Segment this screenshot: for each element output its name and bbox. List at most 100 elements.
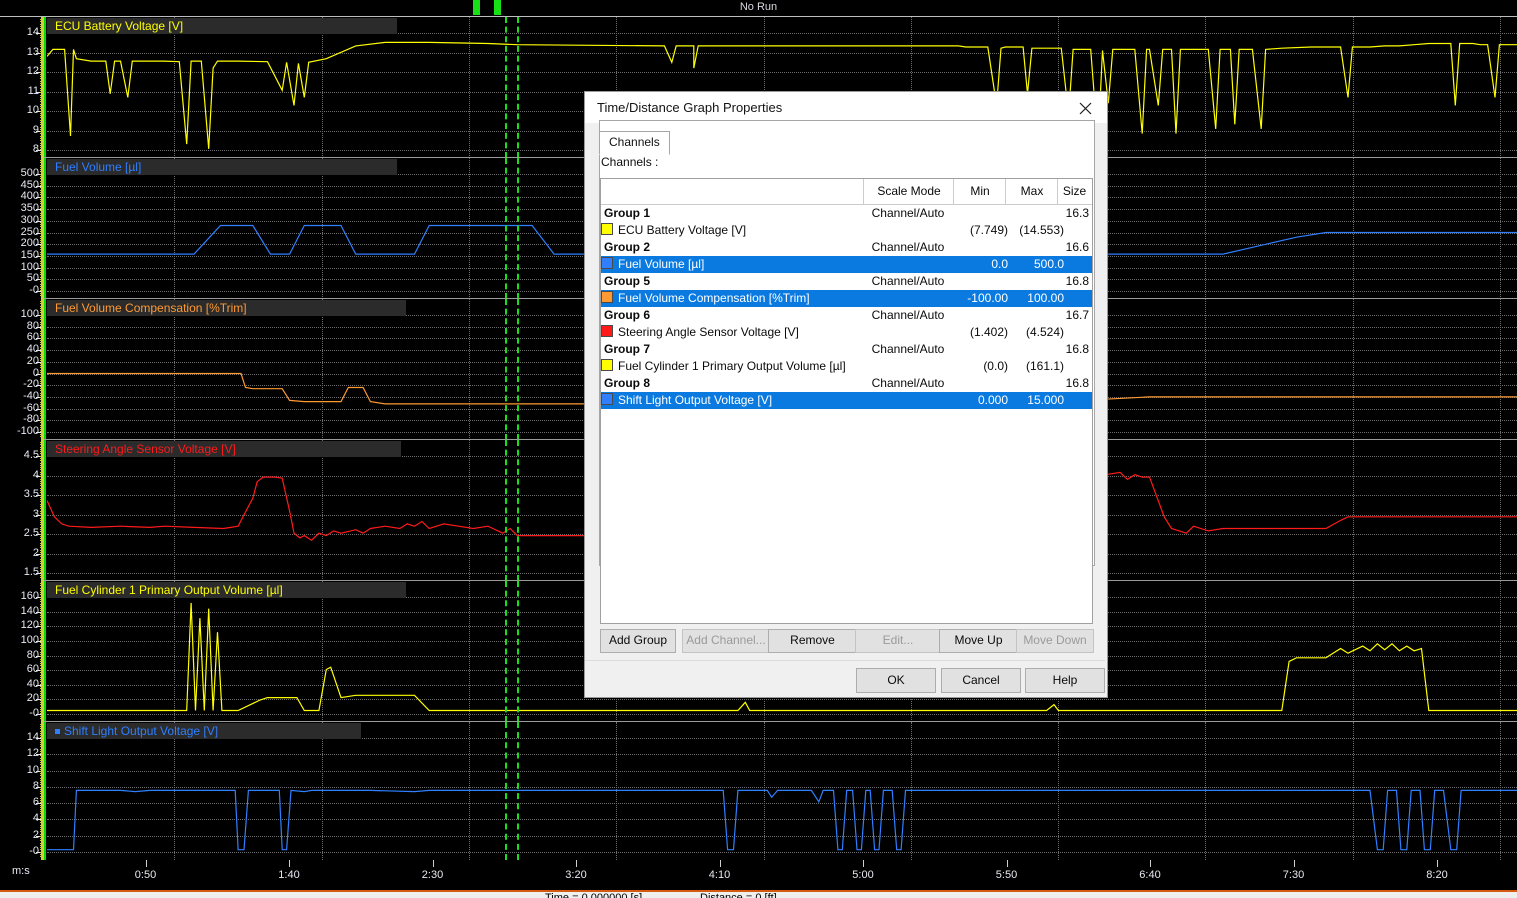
cursor-line-1[interactable] — [516, 440, 519, 581]
grid-column-header-2[interactable]: Min — [953, 179, 1006, 204]
move-down-button: Move Down — [1016, 629, 1094, 653]
grid-column-header-1[interactable]: Scale Mode — [863, 179, 954, 204]
tab-channels[interactable]: Channels — [599, 131, 670, 155]
grid-column-header-3[interactable]: Max — [1005, 179, 1058, 204]
y-axis-1: 500 450 400 350 300 250 200 150 100 50 -0 — [0, 158, 44, 299]
y-axis-4: 160 140 120 100 80 60 40 20 -0 — [0, 581, 44, 722]
row-min: (7.749) — [969, 223, 1008, 237]
grid-row-group[interactable]: Group 1 Channel/Auto 16.3 — [601, 205, 1092, 222]
x-tick — [1293, 860, 1295, 867]
y-axis-marker — [44, 440, 46, 581]
row-min: -100.00 — [967, 291, 1008, 305]
row-name-text: Group 2 — [604, 240, 651, 254]
panel-title-text: Shift Light Output Voltage [V] — [64, 724, 219, 738]
panel-title-text: Fuel Volume Compensation [%Trim] — [55, 301, 247, 315]
help-button[interactable]: Help — [1025, 668, 1105, 693]
panel-title-5: Shift Light Output Voltage [V] — [47, 723, 361, 739]
row-name-text: Group 6 — [604, 308, 651, 322]
x-tick — [1006, 860, 1008, 867]
cursor-line-1[interactable] — [516, 158, 519, 299]
cursor-line-0[interactable] — [504, 440, 507, 581]
plot-area-5[interactable]: Shift Light Output Voltage [V] — [47, 722, 1517, 860]
add-group-button[interactable]: Add Group — [600, 629, 676, 653]
grid-row-group[interactable]: Group 8 Channel/Auto 16.8 — [601, 375, 1092, 392]
run-status-label: No Run — [739, 1, 778, 13]
time-distance-graph-window: No Run 14 13 12 11 10 9 8 ECU Battery Voltage [… — [0, 0, 1517, 898]
row-min: (1.402) — [969, 325, 1008, 339]
panel-title-text: Steering Angle Sensor Voltage [V] — [55, 442, 236, 456]
x-tick — [1437, 860, 1438, 867]
cursor-line-0[interactable] — [504, 158, 507, 299]
move-up-button[interactable]: Move Up — [939, 629, 1018, 653]
y-axis-0: 14 13 12 11 10 9 8 — [0, 17, 44, 158]
x-tick-label: 3:20 — [565, 869, 587, 881]
cursor-line-1[interactable] — [516, 17, 519, 158]
y-axis-marker — [44, 581, 46, 722]
status-distance: Distance = 0 [ft] — [700, 892, 777, 898]
row-size: 16.8 — [1065, 376, 1089, 390]
channel-color-swatch — [601, 291, 613, 303]
x-tick-label: 4:10 — [708, 869, 731, 881]
x-axis-ticks — [0, 860, 1517, 867]
panel-title-4: Fuel Cylinder 1 Primary Output Volume [µ… — [47, 582, 406, 598]
y-axis-marker — [44, 158, 46, 299]
cursor-line-1[interactable] — [516, 722, 519, 860]
row-size: 16.6 — [1065, 240, 1089, 254]
cancel-button[interactable]: Cancel — [941, 668, 1021, 693]
cursor-line-1[interactable] — [516, 581, 519, 722]
close-icon[interactable] — [1063, 92, 1107, 123]
row-size — [1044, 324, 1089, 341]
x-axis-unit-label: m:s — [12, 865, 30, 877]
row-min: 0.000 — [977, 393, 1008, 407]
row-name: Group 2 — [604, 239, 650, 256]
y-axis-3: 4.5 4 3.5 3 2.5 2 1.5 — [0, 440, 44, 581]
channels-grid[interactable]: Scale Mode Min Max Size Group 1 Channel/Auto… — [600, 178, 1093, 624]
grid-row-channel[interactable]: Shift Light Output Voltage [V] 0.000 15.00… — [601, 392, 1092, 409]
row-name-text: Fuel Volume [µl] — [618, 257, 705, 271]
row-name-text: Fuel Volume Compensation [%Trim] — [618, 291, 810, 305]
row-scale-mode — [863, 392, 953, 409]
remove-button[interactable]: Remove — [768, 629, 857, 653]
grid-column-header-4[interactable]: Size — [1057, 179, 1091, 204]
y-axis-marker — [44, 722, 46, 860]
grid-row-channel[interactable]: ECU Battery Voltage [V] (7.749) (14.553) — [601, 222, 1092, 239]
grid-row-group[interactable]: Group 5 Channel/Auto 16.8 — [601, 273, 1092, 290]
x-tick — [1150, 860, 1151, 867]
grid-row-group[interactable]: Group 2 Channel/Auto 16.6 — [601, 239, 1092, 256]
cursor-line-0[interactable] — [504, 299, 507, 440]
dialog-title-bar[interactable]: Time/Distance Graph Properties — [585, 92, 1107, 123]
row-scale-mode: Channel/Auto — [871, 376, 945, 390]
cursor-line-0[interactable] — [504, 722, 507, 860]
row-size: 16.8 — [1065, 274, 1089, 288]
chart-panel-5[interactable]: 14 12 10 8 6 4 2 -0 Shift Light Output Voltage [… — [0, 721, 1517, 860]
row-min: (0.0) — [983, 359, 1008, 373]
grid-row-group[interactable]: Group 7 Channel/Auto 16.8 — [601, 341, 1092, 358]
ok-button[interactable]: OK — [856, 668, 936, 693]
x-tick — [576, 860, 577, 867]
trace-line-5 — [47, 789, 1517, 851]
grid-row-group[interactable]: Group 6 Channel/Auto 16.7 — [601, 307, 1092, 324]
row-min — [946, 239, 1008, 256]
row-size — [1044, 358, 1089, 375]
grid-row-channel[interactable]: Steering Angle Sensor Voltage [V] (1.402)… — [601, 324, 1092, 341]
grid-row-channel[interactable]: Fuel Volume Compensation [%Trim] -100.00 1… — [601, 290, 1092, 307]
row-min — [946, 307, 1008, 324]
y-axis-marker — [44, 299, 46, 440]
row-min — [946, 341, 1008, 358]
grid-header: Scale Mode Min Max Size — [601, 179, 1092, 205]
row-size: 16.7 — [1065, 308, 1089, 322]
row-scale-mode — [863, 358, 953, 375]
grid-row-channel[interactable]: Fuel Volume [µl] 0.0 500.0 — [601, 256, 1092, 273]
cursor-line-0[interactable] — [504, 581, 507, 722]
panel-title-text: Fuel Cylinder 1 Primary Output Volume [µ… — [55, 583, 283, 597]
x-tick-label: 0:50 — [134, 869, 157, 881]
row-size — [1044, 392, 1089, 409]
channel-color-swatch — [601, 257, 613, 269]
grid-column-header-0[interactable] — [601, 179, 863, 204]
x-tick — [719, 860, 721, 867]
cursor-line-0[interactable] — [504, 17, 507, 158]
grid-row-channel[interactable]: Fuel Cylinder 1 Primary Output Volume [µ… — [601, 358, 1092, 375]
row-size: 16.8 — [1065, 342, 1089, 356]
dialog-footer-buttons: OK Cancel Help — [600, 668, 1105, 693]
cursor-line-1[interactable] — [516, 299, 519, 440]
